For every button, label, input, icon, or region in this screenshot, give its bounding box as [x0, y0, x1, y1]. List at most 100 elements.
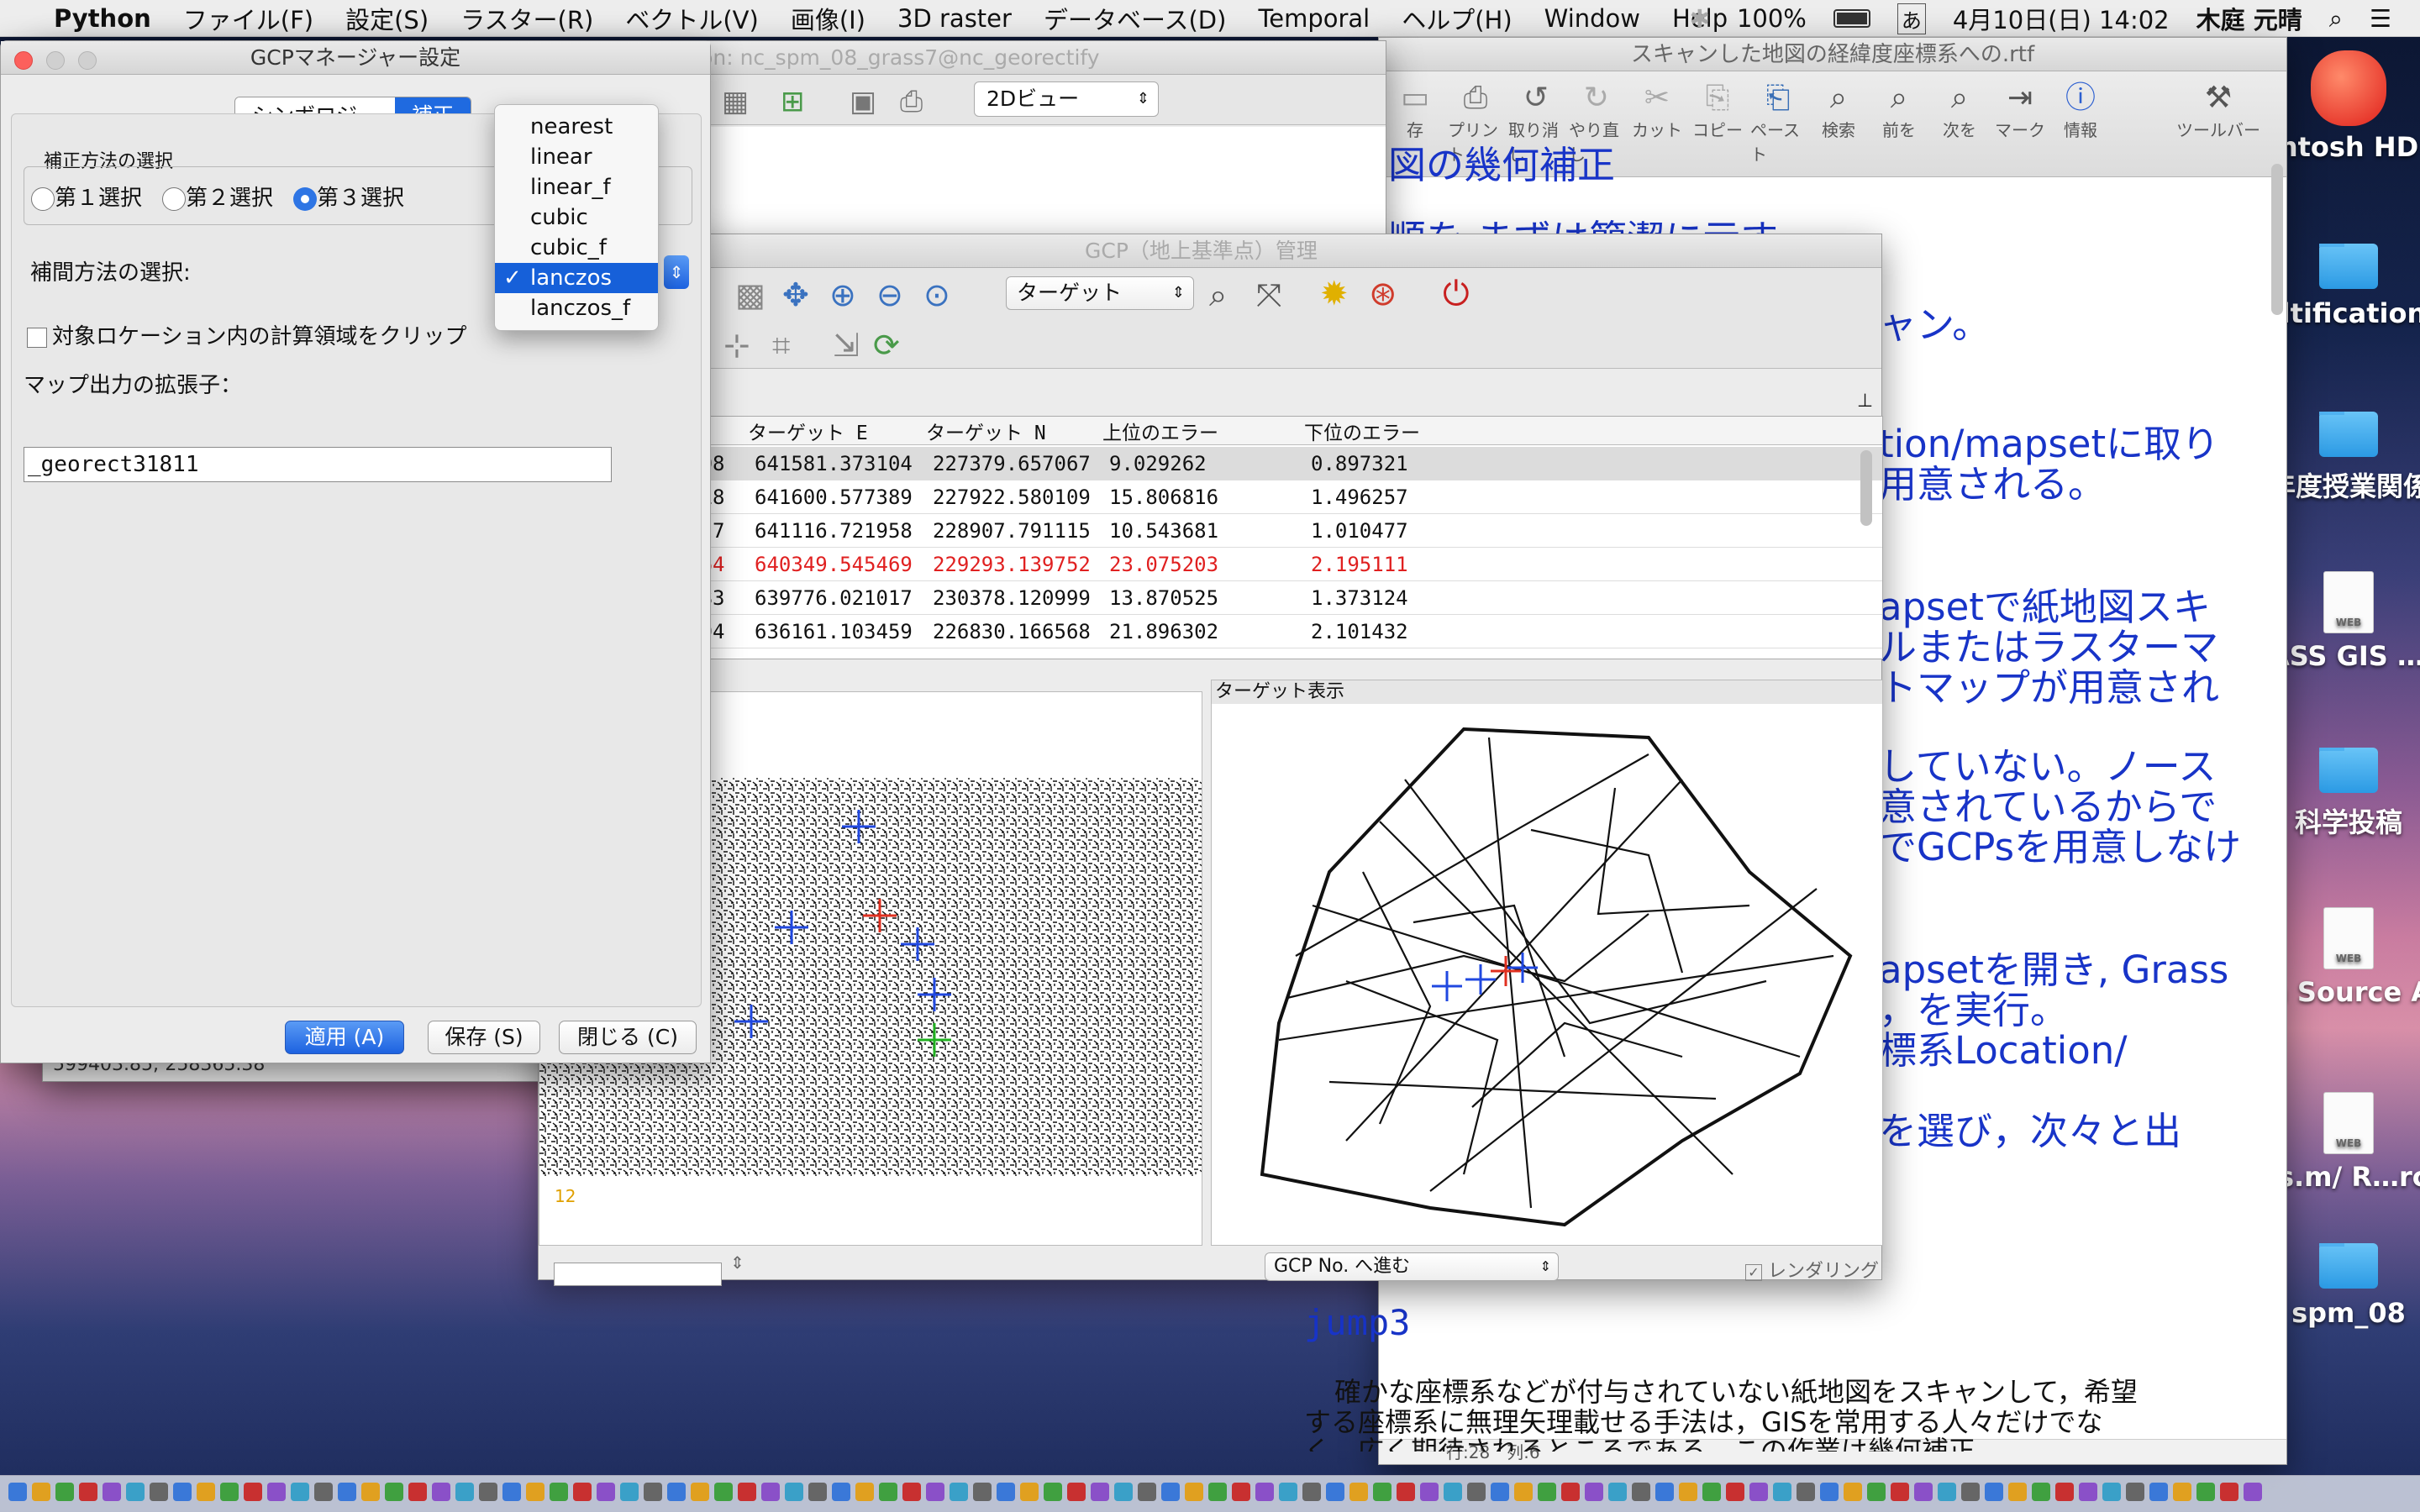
gcp-table-scrollbar[interactable] [1860, 450, 1872, 526]
dock-app-icon[interactable] [79, 1483, 97, 1501]
column-header[interactable]: ターゲット N [926, 417, 1102, 444]
dock-app-icon[interactable] [1655, 1483, 1674, 1501]
menu-window[interactable]: Window [1544, 4, 1640, 33]
dock-app-icon[interactable] [32, 1483, 50, 1501]
dock-app-icon[interactable] [2196, 1483, 2215, 1501]
dock-app-icon[interactable] [2032, 1483, 2050, 1501]
dock-app-icon[interactable] [2102, 1483, 2121, 1501]
dock-app-icon[interactable] [2173, 1483, 2191, 1501]
dock-app-icon[interactable] [1208, 1483, 1227, 1501]
map-target-select[interactable]: ターゲット ⇕ [1006, 276, 1194, 310]
radio-third-order[interactable]: 第３選択 [293, 181, 404, 212]
dock-app-icon[interactable] [1938, 1483, 1956, 1501]
paste-button[interactable]: ⎗ ペースト [1750, 80, 1806, 165]
dock-app-icon[interactable] [126, 1483, 145, 1501]
dock-app-icon[interactable] [1044, 1483, 1062, 1501]
option-cubic-f[interactable]: cubic_f [495, 233, 658, 263]
zoom-back-icon[interactable]: ⊙ [923, 276, 950, 313]
save-image-icon[interactable]: ▣ [850, 85, 876, 118]
zoom-to-map-icon[interactable]: ⌕ [1209, 276, 1227, 314]
close-window-button[interactable] [14, 51, 33, 70]
dock-app-icon[interactable] [855, 1483, 874, 1501]
dock-app-icon[interactable] [1114, 1483, 1133, 1501]
dock-app-icon[interactable] [2149, 1483, 2168, 1501]
extension-input[interactable]: _georect31811 [24, 447, 612, 482]
dock-app-icon[interactable] [2055, 1483, 2074, 1501]
dock-app-icon[interactable] [1608, 1483, 1627, 1501]
dock-app-icon[interactable] [1632, 1483, 1650, 1501]
user-name[interactable]: 木庭 元晴 [2196, 1, 2302, 36]
menu-temporal[interactable]: Temporal [1258, 4, 1370, 33]
dock-app-icon[interactable] [1373, 1483, 1392, 1501]
option-linear-f[interactable]: linear_f [495, 172, 658, 202]
dock-app-icon[interactable] [1797, 1483, 1815, 1501]
dock-app-icon[interactable] [1561, 1483, 1580, 1501]
layer-tool-icon[interactable]: ▦ [722, 85, 749, 118]
notification-center-icon[interactable]: ☰ [2370, 4, 2391, 33]
dock-app-icon[interactable] [361, 1483, 380, 1501]
dock-app-icon[interactable] [1302, 1483, 1321, 1501]
dock-app-icon[interactable] [502, 1483, 521, 1501]
dock-app-icon[interactable] [2008, 1483, 2027, 1501]
dock-app-icon[interactable] [173, 1483, 192, 1501]
column-header[interactable]: ターゲット E [748, 417, 926, 444]
dock-app-icon[interactable] [1326, 1483, 1344, 1501]
dock-app-icon[interactable] [1067, 1483, 1086, 1501]
dock-app-icon[interactable] [8, 1483, 27, 1501]
dock-app-icon[interactable] [550, 1483, 568, 1501]
dock-app-icon[interactable] [55, 1483, 74, 1501]
dock-app-icon[interactable] [1773, 1483, 1791, 1501]
dock-app-icon[interactable] [1491, 1483, 1509, 1501]
dock-app-icon[interactable] [1444, 1483, 1462, 1501]
goto-gcp-select[interactable]: GCP No. へ進む ⇕ [1265, 1252, 1559, 1281]
dock-app-icon[interactable] [926, 1483, 944, 1501]
dock-app-icon[interactable] [1020, 1483, 1039, 1501]
menu-help-jp[interactable]: ヘルプ(H) [1402, 1, 1512, 36]
save-gcp-icon[interactable]: ⇲ [833, 327, 860, 364]
dock-app-icon[interactable] [997, 1483, 1015, 1501]
dock-app-icon[interactable] [1820, 1483, 1839, 1501]
dock-app-icon[interactable] [1397, 1483, 1415, 1501]
gcp-number-input[interactable] [554, 1263, 722, 1286]
dock-app-icon[interactable] [597, 1483, 615, 1501]
menu-vector[interactable]: ベクトル(V) [625, 1, 758, 36]
dock-app-icon[interactable] [2244, 1483, 2262, 1501]
bluetooth-icon[interactable]: ✱ [1690, 4, 1710, 33]
desktop-webarchive-1[interactable]: WEB ASS GIS …archive [2269, 571, 2420, 672]
desktop-webarchive-2[interactable]: WEB n Source A…rchive [2269, 907, 2420, 1008]
dock-app-icon[interactable] [291, 1483, 309, 1501]
menu-3d-raster[interactable]: 3D raster [897, 4, 1012, 33]
dock-app-icon[interactable] [1749, 1483, 1768, 1501]
pan-icon[interactable]: ✥ [782, 276, 809, 313]
dock-app-icon[interactable] [714, 1483, 733, 1501]
dock-app-icon[interactable] [2079, 1483, 2097, 1501]
dock-app-icon[interactable] [385, 1483, 403, 1501]
render-checkbox[interactable]: ✓ レンダリング [1745, 1256, 1879, 1283]
dock-app-icon[interactable] [1585, 1483, 1603, 1501]
dock-app-icon[interactable] [1232, 1483, 1250, 1501]
quit-power-icon[interactable]: ⏻ [1443, 275, 1470, 313]
zoom-window-button[interactable] [78, 51, 97, 70]
dock-app-icon[interactable] [667, 1483, 686, 1501]
save-button[interactable]: ▭ 存 [1387, 80, 1443, 141]
find-previous-button[interactable]: ⌕ 前を [1871, 80, 1927, 141]
dock-app-icon[interactable] [1891, 1483, 1909, 1501]
input-method[interactable]: あ [1897, 3, 1926, 34]
dock-app-icon[interactable] [1538, 1483, 1556, 1501]
desktop-macintosh-hd[interactable]: ntosh HD [2269, 50, 2420, 163]
dock-app-icon[interactable] [1091, 1483, 1109, 1501]
dock-app-icon[interactable] [338, 1483, 356, 1501]
dock-app-icon[interactable] [785, 1483, 803, 1501]
menu-settings[interactable]: 設定(S) [345, 1, 429, 36]
find-button[interactable]: ⌕ 検索 [1811, 80, 1866, 141]
zoom-out-icon[interactable]: ⊖ [876, 276, 903, 313]
dock-app-icon[interactable] [2126, 1483, 2144, 1501]
desktop-webarchive-3[interactable]: WEB is.m/ R…rchive [2269, 1092, 2420, 1193]
dock-app-icon[interactable] [314, 1483, 333, 1501]
refresh-gcp-icon[interactable]: ⟳ [873, 327, 900, 364]
table-row[interactable]: 15511.253108641581.373104227379.6570679.… [539, 447, 1882, 480]
column-header[interactable]: 下位のエラー [1304, 417, 1506, 444]
menu-app-name[interactable]: Python [54, 4, 151, 33]
option-nearest[interactable]: nearest [495, 112, 658, 142]
add-gcp-icon[interactable]: ⊹ [723, 327, 750, 364]
